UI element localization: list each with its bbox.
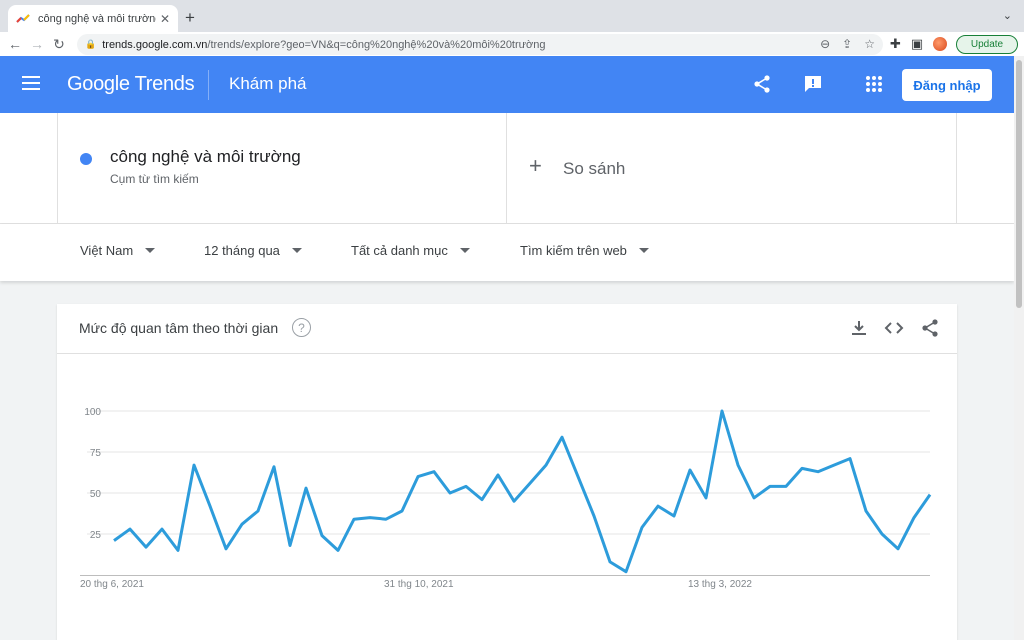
page-scrollbar[interactable]: [1014, 56, 1024, 640]
search-type-dropdown[interactable]: Tìm kiếm trên web: [520, 243, 649, 258]
term-color-dot: [80, 153, 92, 165]
interest-over-time-card: Mức độ quan tâm theo thời gian ? 25 50 75 1…: [57, 304, 957, 640]
update-button[interactable]: Update: [956, 35, 1018, 54]
trends-favicon-icon: [16, 13, 30, 23]
y-tick-label-50: 50: [90, 489, 102, 500]
share-page-icon[interactable]: ⇪: [842, 37, 852, 51]
help-icon[interactable]: ?: [292, 318, 311, 337]
lock-icon: 🔒: [85, 39, 97, 49]
period-value: 12 tháng qua: [204, 243, 280, 258]
y-tick-label-25: 25: [90, 530, 102, 541]
trends-header: Google Trends Khám phá Đăng nhập: [0, 56, 1014, 113]
browser-tab[interactable]: công nghệ và môi trường - Khám phá ✕: [8, 5, 178, 32]
extensions-puzzle-icon[interactable]: ✚: [890, 36, 901, 52]
feedback-icon[interactable]: [803, 74, 823, 94]
filter-bar: Việt Nam 12 tháng qua Tất cả danh mục Tì…: [0, 224, 1014, 281]
page-title: Khám phá: [229, 74, 307, 93]
category-value: Tất cả danh mục: [351, 243, 448, 258]
search-type-value: Tìm kiếm trên web: [520, 243, 627, 258]
page-viewport: Google Trends Khám phá Đăng nhập công ng…: [0, 56, 1014, 640]
url-host: trends.google.com.vn: [102, 38, 208, 51]
bookmark-star-icon[interactable]: ☆: [864, 37, 875, 51]
caret-down-icon: [291, 248, 302, 253]
interest-line-chart: 25 50 75 100 20 thg 6, 2021 31 thg 10, 2021 13…: [80, 407, 932, 590]
forward-button[interactable]: →: [26, 36, 48, 52]
zoom-icon[interactable]: ⊖: [820, 37, 830, 51]
y-tick-label-75: 75: [90, 448, 102, 459]
caret-down-icon: [459, 248, 470, 253]
signin-button[interactable]: Đăng nhập: [902, 69, 992, 101]
tab-close-icon[interactable]: ✕: [160, 12, 170, 26]
x-tick-label-1: 31 thg 10, 2021: [384, 579, 454, 590]
menu-icon[interactable]: [22, 76, 40, 90]
new-tab-button[interactable]: +: [185, 8, 195, 28]
period-dropdown[interactable]: 12 tháng qua: [204, 243, 302, 258]
y-tick-label-100: 100: [84, 407, 101, 418]
compare-button[interactable]: + So sánh: [507, 113, 957, 224]
region-dropdown[interactable]: Việt Nam: [80, 243, 156, 258]
card-title: Mức độ quan tâm theo thời gian: [79, 320, 279, 336]
url-path: /trends/explore?geo=VN&q=công%20nghệ%20v…: [207, 38, 546, 51]
search-term: công nghệ và môi trường: [110, 147, 301, 166]
browser-tab-strip: công nghệ và môi trường - Khám phá ✕ + ⌄: [0, 0, 1024, 32]
region-value: Việt Nam: [80, 243, 134, 258]
apps-grid-icon[interactable]: [864, 74, 884, 94]
category-dropdown[interactable]: Tất cả danh mục: [351, 243, 470, 258]
browser-toolbar: ← → ↻ 🔒 trends.google.com.vn/trends/expl…: [0, 32, 1024, 56]
search-term-type: Cụm từ tìm kiếm: [110, 172, 199, 186]
scrollbar-thumb[interactable]: [1016, 60, 1022, 308]
compare-label: So sánh: [563, 159, 626, 178]
embed-code-icon[interactable]: [884, 318, 904, 338]
x-tick-label-0: 20 thg 6, 2021: [80, 579, 144, 590]
address-bar[interactable]: 🔒 trends.google.com.vn/trends/explore?ge…: [77, 34, 883, 55]
download-icon[interactable]: [849, 318, 869, 338]
back-button[interactable]: ←: [4, 36, 26, 52]
search-terms-area: công nghệ và môi trường Cụm từ tìm kiếm …: [0, 113, 1014, 224]
series-line: [113, 409, 932, 574]
google-trends-logo[interactable]: Google Trends: [67, 73, 195, 96]
share-chart-icon[interactable]: [920, 318, 940, 338]
tab-title: công nghệ và môi trường - Khám phá: [38, 12, 156, 25]
side-panel-icon[interactable]: ▣: [911, 36, 923, 52]
x-tick-label-2: 13 thg 3, 2022: [688, 579, 752, 590]
tab-search-chevron-icon[interactable]: ⌄: [1003, 9, 1012, 22]
share-icon[interactable]: [752, 74, 772, 94]
caret-down-icon: [145, 248, 156, 253]
reload-button[interactable]: ↻: [48, 36, 70, 53]
search-term-card[interactable]: công nghệ và môi trường Cụm từ tìm kiếm: [57, 113, 507, 224]
profile-avatar[interactable]: [933, 37, 948, 51]
caret-down-icon: [638, 248, 649, 253]
plus-icon: +: [529, 153, 542, 178]
header-divider: [208, 70, 209, 100]
